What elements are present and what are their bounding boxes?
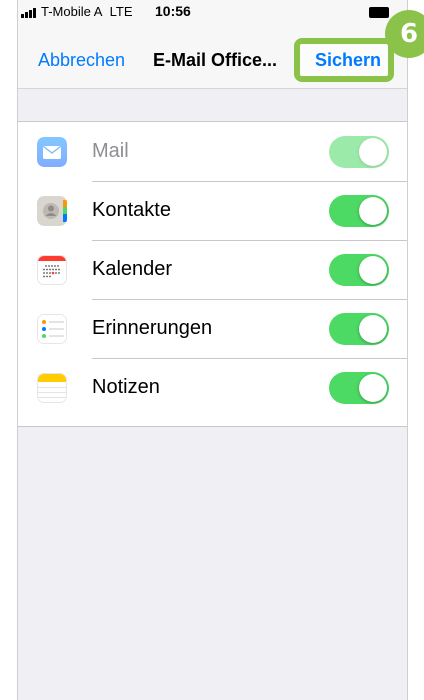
calendar-icon	[37, 255, 67, 285]
reminders-toggle[interactable]	[329, 313, 389, 345]
sync-options-list: Mail Kontakte Kalender Erinnerungen Noti…	[18, 121, 407, 427]
phone-screen: T-Mobile A LTE 10:56 Abbrechen E-Mail Of…	[17, 0, 408, 700]
list-item-label: Kontakte	[92, 199, 171, 221]
list-item-calendar: Kalender	[18, 240, 407, 299]
contacts-icon	[37, 196, 67, 226]
cancel-button[interactable]: Abbrechen	[38, 50, 125, 71]
list-item-label: Mail	[92, 140, 129, 162]
notes-toggle[interactable]	[329, 372, 389, 404]
contacts-toggle[interactable]	[329, 195, 389, 227]
calendar-toggle[interactable]	[329, 254, 389, 286]
status-bar: T-Mobile A LTE 10:56	[18, 0, 407, 24]
list-item-contacts: Kontakte	[18, 181, 407, 240]
page-title: E-Mail Office...	[153, 50, 278, 70]
list-item-label: Kalender	[92, 258, 173, 280]
mail-toggle[interactable]	[329, 136, 389, 168]
network-type: LTE	[109, 4, 133, 19]
list-item-label: Erinnerungen	[92, 317, 213, 339]
battery-icon	[369, 7, 389, 18]
navigation-bar: Abbrechen E-Mail Office... Sichern	[18, 24, 407, 89]
carrier-name: T-Mobile A	[41, 4, 103, 19]
list-item-label: Notizen	[92, 376, 160, 398]
status-time: 10:56	[155, 3, 191, 19]
list-item-mail: Mail	[18, 122, 407, 181]
notes-icon	[37, 373, 67, 403]
mail-icon	[37, 137, 67, 167]
list-item-reminders: Erinnerungen	[18, 299, 407, 358]
signal-icon	[21, 8, 39, 18]
reminders-icon	[37, 314, 67, 344]
save-button[interactable]: Sichern	[315, 50, 381, 71]
list-item-notes: Notizen	[18, 358, 407, 417]
